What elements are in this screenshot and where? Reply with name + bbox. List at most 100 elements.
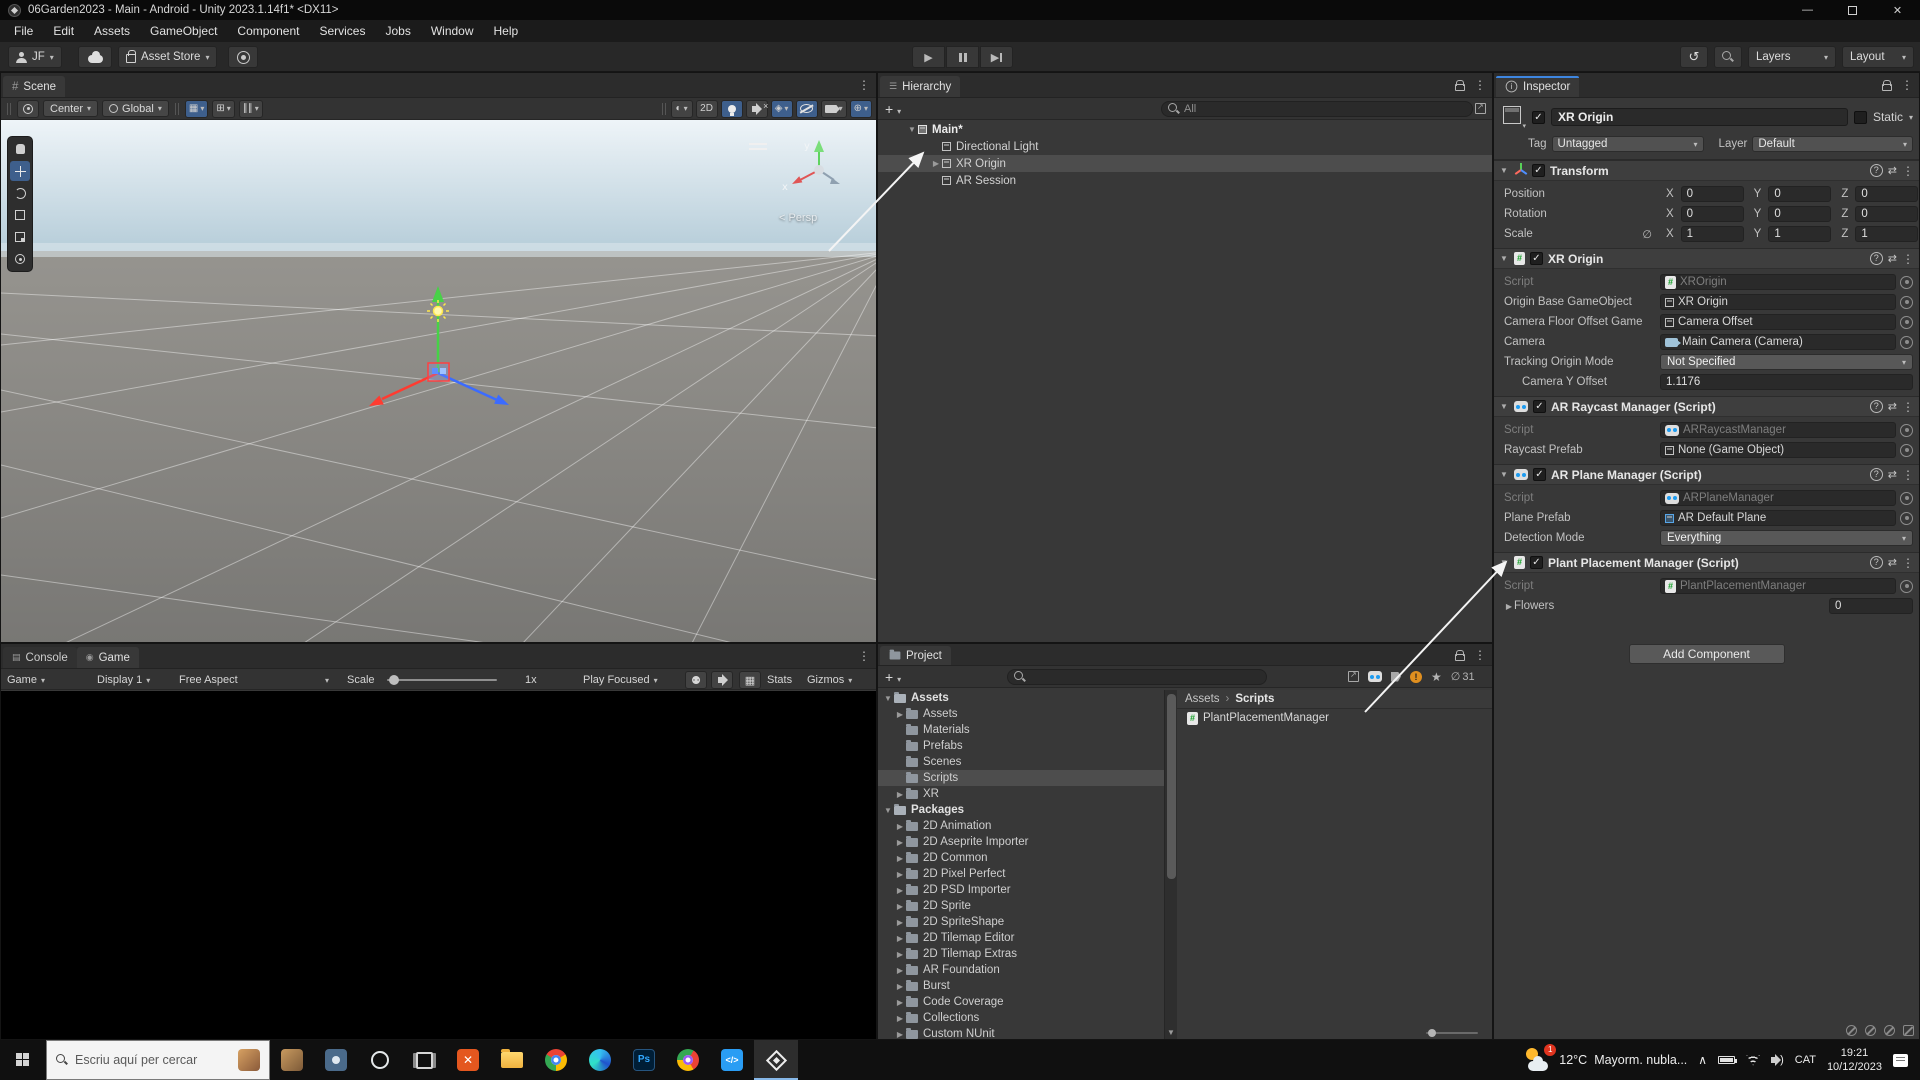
hierarchy-search-input[interactable]: All [1161, 101, 1473, 117]
tab-inspector[interactable]: i Inspector [1496, 76, 1579, 97]
ruler-icon[interactable]: ∥∥▾ [239, 100, 263, 118]
hierarchy-item-xr-origin[interactable]: ▶ XR Origin [878, 155, 1492, 172]
hand-tool-icon[interactable] [10, 139, 30, 159]
tab-game[interactable]: ◉Game [77, 647, 139, 668]
component-kebab[interactable]: ⋮ [1902, 468, 1914, 482]
foldout-arrow-icon[interactable]: ▼ [1499, 166, 1509, 175]
favorites-icon[interactable]: ! [1410, 671, 1422, 683]
project-folder-collections[interactable]: ▶ Collections [878, 1010, 1164, 1026]
component-header-transform[interactable]: ▼ ✓ Transform ? ⇄ ⋮ [1494, 160, 1919, 181]
add-component-button[interactable]: Add Component [1629, 644, 1785, 664]
static-checkbox[interactable] [1854, 111, 1867, 124]
project-folder-xr[interactable]: ▶ XR [878, 786, 1164, 802]
step-button[interactable]: ▶ [980, 46, 1013, 68]
object-picker-icon[interactable] [1900, 296, 1913, 309]
pause-button[interactable] [946, 46, 979, 68]
hierarchy-item-ar-session[interactable]: AR Session [878, 172, 1492, 189]
help-icon[interactable]: ? [1870, 252, 1883, 265]
menu-file[interactable]: File [4, 24, 43, 38]
taskbar-app-photoshop-icon[interactable]: Ps [622, 1040, 666, 1080]
component-kebab[interactable]: ⋮ [1902, 556, 1914, 570]
component-header-plant-placement-manager-script[interactable]: ▼ # ✓ Plant Placement Manager (Script) ?… [1494, 552, 1919, 573]
inspector-lock-icon[interactable] [1882, 84, 1892, 91]
stats-button[interactable]: Stats [767, 671, 792, 689]
hierarchy-menu-kebab[interactable]: ⋮ [1474, 78, 1486, 92]
object-picker-icon[interactable] [1900, 444, 1913, 457]
effects-icon[interactable]: ◈▾ [771, 100, 793, 118]
gizmos-sphere-icon[interactable]: ⊕▾ [850, 100, 872, 118]
tracking-origin-mode-dropdown[interactable]: Not Specified▾ [1660, 354, 1913, 370]
taskbar-app-unity-icon[interactable] [754, 1040, 798, 1080]
project-lock-icon[interactable] [1455, 654, 1465, 661]
scale-z-input[interactable]: 1 [1855, 226, 1918, 242]
taskbar-app-photos-icon[interactable] [270, 1040, 314, 1080]
project-folder-2d-sprite[interactable]: ▶ 2D Sprite [878, 898, 1164, 914]
taskbar-app-orange-x-app-icon[interactable]: ✕ [446, 1040, 490, 1080]
presets-icon[interactable]: ⇄ [1888, 164, 1897, 177]
menu-window[interactable]: Window [421, 24, 484, 38]
project-folder-assets[interactable]: ▶ Assets [878, 706, 1164, 722]
component-enabled-checkbox[interactable]: ✓ [1532, 164, 1545, 177]
camera-floor-offset-game-object-field[interactable]: Camera Offset [1660, 314, 1896, 330]
flowers-count-input[interactable]: 0 [1829, 598, 1913, 614]
help-icon[interactable]: ? [1870, 164, 1883, 177]
game-viewport[interactable] [1, 691, 876, 1039]
object-picker-icon[interactable] [1900, 424, 1913, 437]
rotation-z-input[interactable]: 0 [1855, 206, 1918, 222]
star-icon[interactable]: ★ [1431, 670, 1442, 684]
display-target-dropdown[interactable]: Game▾ [7, 671, 45, 689]
position-x-input[interactable]: 0 [1681, 186, 1744, 202]
script-object-field[interactable]: #XROrigin [1660, 274, 1896, 290]
battery-icon[interactable] [1718, 1056, 1735, 1064]
taskbar-app-task-view-icon[interactable] [402, 1040, 446, 1080]
breadcrumb-current[interactable]: Scripts [1235, 693, 1274, 705]
presets-icon[interactable]: ⇄ [1888, 400, 1897, 413]
cloud-sync-muted-icon[interactable] [1865, 1025, 1876, 1036]
tab-scene[interactable]: #Scene [3, 76, 65, 97]
taskbar-app-cortana-icon[interactable] [358, 1040, 402, 1080]
project-zoom-slider[interactable] [1426, 1032, 1478, 1034]
open-search-window-icon[interactable] [1348, 671, 1359, 682]
menu-gameobject[interactable]: GameObject [140, 24, 227, 38]
move-tool-icon[interactable] [10, 161, 30, 181]
project-search-input[interactable] [1007, 669, 1267, 685]
foldout-arrow-icon[interactable]: ▼ [1499, 558, 1509, 567]
presets-icon[interactable]: ⇄ [1888, 556, 1897, 569]
shading-mode-icon[interactable]: ◐▾ [671, 100, 693, 118]
menu-services[interactable]: Services [309, 24, 375, 38]
project-folder-2d-aseprite-importer[interactable]: ▶ 2D Aseprite Importer [878, 834, 1164, 850]
menu-edit[interactable]: Edit [43, 24, 84, 38]
component-kebab[interactable]: ⋮ [1902, 400, 1914, 414]
component-kebab[interactable]: ⋮ [1902, 252, 1914, 266]
script-object-field[interactable]: ARRaycastManager [1660, 422, 1896, 438]
pivot-dropdown[interactable]: Center▾ [43, 100, 98, 117]
taskbar-app-chrome-icon[interactable] [534, 1040, 578, 1080]
layers-dropdown[interactable]: Layers▾ [1748, 46, 1836, 68]
orientation-dropdown[interactable]: Global▾ [102, 100, 169, 117]
progress-icon[interactable] [1903, 1025, 1914, 1036]
search-by-type-icon[interactable] [1368, 671, 1382, 682]
menu-component[interactable]: Component [227, 24, 309, 38]
help-icon[interactable]: ? [1870, 556, 1883, 569]
hierarchy-lock-icon[interactable] [1455, 84, 1465, 91]
taskbar-search-input[interactable]: Escriu aquí per cercar [46, 1040, 270, 1080]
project-folder-2d-tilemap-editor[interactable]: ▶ 2D Tilemap Editor [878, 930, 1164, 946]
speaker-icon[interactable] [711, 671, 733, 689]
project-folder-scenes[interactable]: Scenes [878, 754, 1164, 770]
component-enabled-checkbox[interactable]: ✓ [1533, 468, 1546, 481]
component-enabled-checkbox[interactable]: ✓ [1530, 556, 1543, 569]
project-menu-kebab[interactable]: ⋮ [1474, 648, 1486, 662]
2d-toggle[interactable]: 2D [696, 100, 718, 118]
position-z-input[interactable]: 0 [1855, 186, 1918, 202]
component-enabled-checkbox[interactable]: ✓ [1530, 252, 1543, 265]
active-checkbox[interactable]: ✓ [1532, 111, 1545, 124]
weather-widget[interactable]: 1 12°C Mayorm. nubla... [1526, 1048, 1687, 1072]
scene-visibility-icon[interactable] [796, 100, 818, 118]
start-button[interactable] [0, 1040, 46, 1080]
position-y-input[interactable]: 0 [1768, 186, 1831, 202]
help-icon[interactable]: ? [1870, 468, 1883, 481]
project-folder-scripts[interactable]: Scripts [878, 770, 1164, 786]
project-folder-prefabs[interactable]: Prefabs [878, 738, 1164, 754]
notifications-muted-icon[interactable] [1846, 1025, 1857, 1036]
foldout-arrow-icon[interactable]: ▼ [1499, 470, 1509, 479]
